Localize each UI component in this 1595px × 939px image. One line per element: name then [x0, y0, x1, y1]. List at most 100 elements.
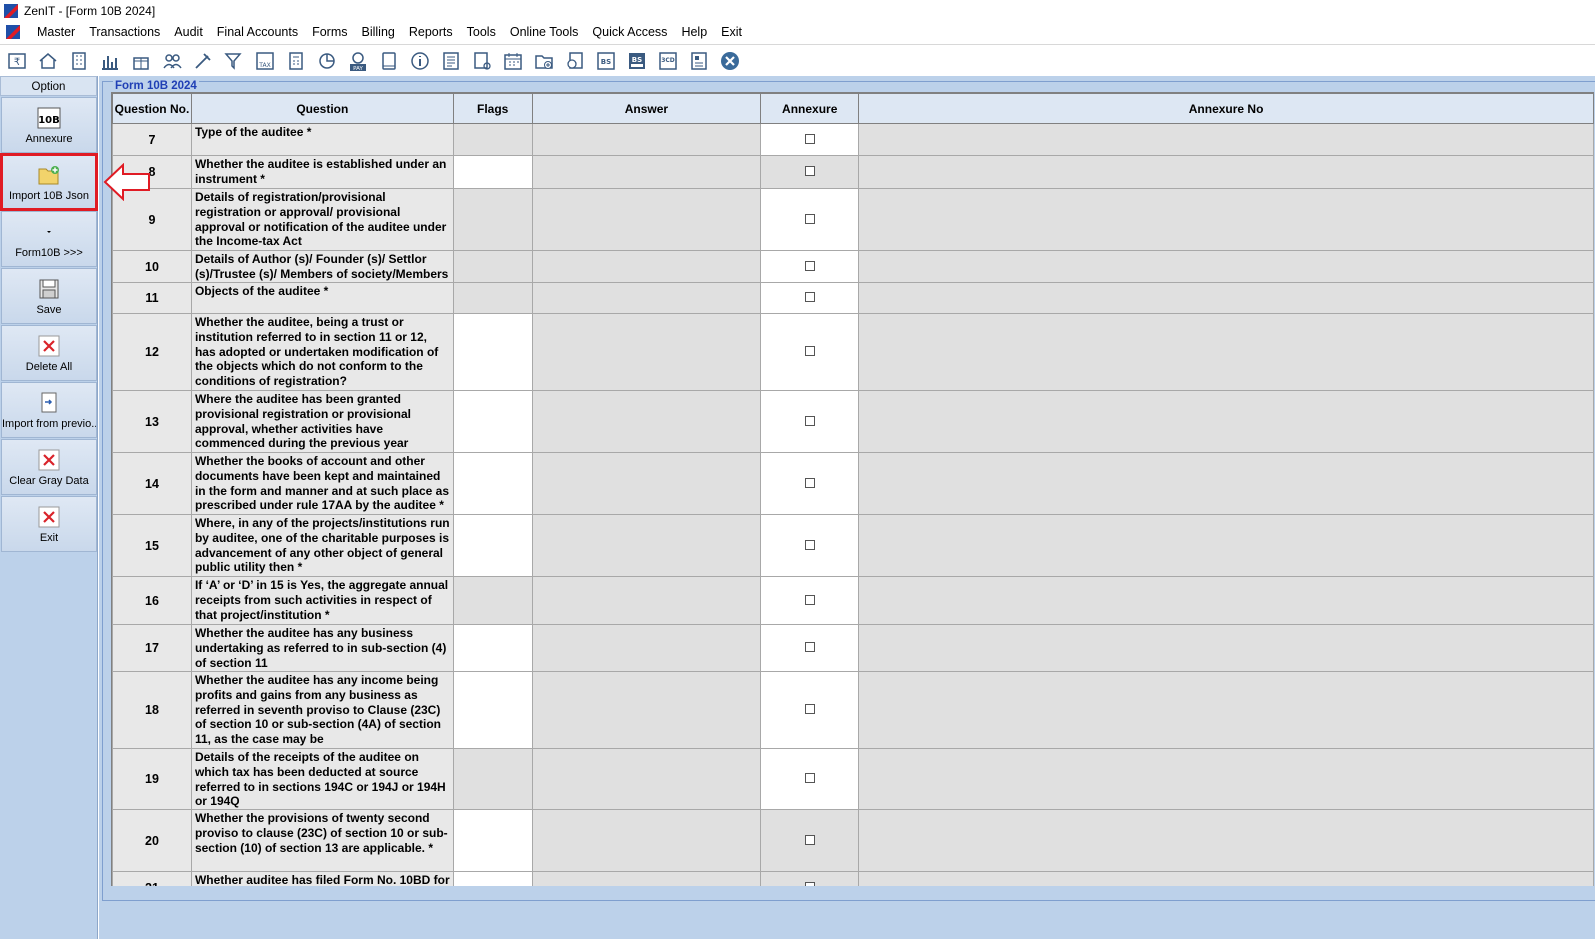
pie-chart-icon[interactable] — [314, 48, 340, 74]
answer-cell[interactable] — [531, 747, 762, 811]
answer-cell[interactable] — [531, 188, 762, 251]
bar-chart-icon[interactable] — [97, 48, 123, 74]
flags-cell[interactable] — [452, 390, 533, 453]
annexure-checkbox[interactable] — [804, 642, 815, 652]
answer-cell[interactable] — [531, 123, 762, 156]
annexure-no-cell[interactable] — [858, 188, 1594, 251]
flags-cell[interactable] — [452, 282, 533, 314]
menu-help[interactable]: Help — [674, 25, 714, 39]
info-icon[interactable] — [407, 48, 433, 74]
annexure-checkbox[interactable] — [804, 166, 815, 176]
clear-gray-data-button[interactable]: Clear Gray Data — [1, 439, 97, 495]
answer-cell[interactable] — [531, 624, 762, 672]
annexure-checkbox[interactable] — [804, 415, 815, 426]
annexure-no-cell[interactable] — [858, 747, 1594, 811]
flags-cell[interactable] — [452, 671, 533, 749]
annexure-no-cell[interactable] — [858, 155, 1594, 189]
annexure-checkbox[interactable] — [804, 834, 815, 845]
rupee-icon[interactable]: ₹ — [4, 48, 30, 74]
users-icon[interactable] — [159, 48, 185, 74]
table-row[interactable]: 21Whether auditee has filed Form No. 10B… — [112, 871, 1594, 886]
column-header-answer[interactable]: Answer — [531, 93, 762, 124]
annexure-checkbox[interactable] — [804, 213, 815, 224]
calculator-icon[interactable] — [283, 48, 309, 74]
flags-cell[interactable] — [452, 809, 533, 873]
tax-icon[interactable]: TAX — [252, 48, 278, 74]
column-header-question-no[interactable]: Question No. — [112, 93, 192, 124]
answer-cell[interactable] — [531, 155, 762, 189]
annexure-no-cell[interactable] — [858, 282, 1594, 314]
mdi-app-icon[interactable] — [6, 25, 20, 39]
report-icon[interactable] — [438, 48, 464, 74]
answer-cell[interactable] — [531, 514, 762, 577]
document-user-icon[interactable] — [469, 48, 495, 74]
annexure-no-cell[interactable] — [858, 576, 1594, 625]
answer-cell[interactable] — [531, 250, 762, 283]
annexure-no-cell[interactable] — [858, 313, 1594, 391]
import-10b-json-button[interactable]: Import 10B Json — [0, 153, 98, 211]
annexure-checkbox[interactable] — [804, 292, 815, 302]
table-row[interactable]: 10 Details of Author (s)/ Founder (s)/ Se… — [112, 250, 1594, 283]
flags-cell[interactable] — [452, 155, 533, 189]
building-icon[interactable] — [66, 48, 92, 74]
menu-quick-access[interactable]: Quick Access — [585, 25, 674, 39]
menu-online-tools[interactable]: Online Tools — [503, 25, 586, 39]
menu-final-accounts[interactable]: Final Accounts — [210, 25, 305, 39]
annexure-checkbox[interactable] — [804, 704, 815, 714]
answer-cell[interactable] — [531, 671, 762, 749]
answer-cell[interactable] — [531, 871, 762, 886]
annexure-no-cell[interactable] — [858, 809, 1594, 873]
column-header-annexure[interactable]: Annexure — [760, 93, 860, 124]
flags-cell[interactable] — [452, 576, 533, 625]
book-icon[interactable] — [376, 48, 402, 74]
answer-cell[interactable] — [531, 282, 762, 314]
3cd-icon[interactable]: 3CD — [655, 48, 681, 74]
column-header-annexure-no[interactable]: Annexure No — [858, 93, 1594, 124]
filter-icon[interactable] — [221, 48, 247, 74]
form-icon[interactable] — [686, 48, 712, 74]
table-row[interactable]: 17 Whether the auditee has any business u… — [112, 624, 1594, 672]
form10b-button[interactable]: Form10B >>> — [1, 211, 97, 267]
home-icon[interactable] — [35, 48, 61, 74]
menu-tools[interactable]: Tools — [460, 25, 503, 39]
answer-cell[interactable] — [531, 390, 762, 453]
annexure-checkbox[interactable] — [804, 882, 815, 886]
menu-reports[interactable]: Reports — [402, 25, 460, 39]
import-from-previous-button[interactable]: Import from previo... — [1, 382, 97, 438]
calendar-icon[interactable] — [500, 48, 526, 74]
column-header-question[interactable]: Question — [190, 93, 454, 124]
table-row[interactable]: 14 Whether the books of account and other… — [112, 452, 1594, 515]
flags-cell[interactable] — [452, 250, 533, 283]
folder-add-icon[interactable] — [531, 48, 557, 74]
flags-cell[interactable] — [452, 871, 533, 886]
table-row[interactable]: 13 Where the auditee has been granted pro… — [112, 390, 1594, 453]
annexure-no-cell[interactable] — [858, 671, 1594, 749]
table-row[interactable]: 8 Whether the auditee is established unde… — [112, 155, 1594, 189]
table-row[interactable]: 9 Details of registration/provisional reg… — [112, 188, 1594, 251]
table-row[interactable]: 18 Whether the auditee has any income bei… — [112, 671, 1594, 749]
search-document-icon[interactable] — [562, 48, 588, 74]
column-header-flags[interactable]: Flags — [452, 93, 533, 124]
annexure-checkbox[interactable] — [804, 539, 815, 550]
answer-cell[interactable] — [531, 452, 762, 515]
menu-exit[interactable]: Exit — [714, 25, 749, 39]
close-circle-icon[interactable] — [717, 48, 743, 74]
table-row[interactable]: 11 Objects of the auditee * — [112, 282, 1594, 314]
answer-cell[interactable] — [531, 313, 762, 391]
answer-cell[interactable] — [531, 576, 762, 625]
annexure-no-cell[interactable] — [858, 390, 1594, 453]
annexure-no-cell[interactable] — [858, 514, 1594, 577]
table-row[interactable]: 7 Type of the auditee * — [112, 123, 1594, 156]
menu-billing[interactable]: Billing — [355, 25, 402, 39]
menu-master[interactable]: Master — [30, 25, 82, 39]
annexure-no-cell[interactable] — [858, 123, 1594, 156]
menu-transactions[interactable]: Transactions — [82, 25, 167, 39]
exit-button[interactable]: Exit — [1, 496, 97, 552]
flags-cell[interactable] — [452, 313, 533, 391]
annexure-no-cell[interactable] — [858, 624, 1594, 672]
annexure-checkbox[interactable] — [804, 346, 815, 356]
annexure-checkbox[interactable] — [804, 594, 815, 605]
pin-icon[interactable] — [190, 48, 216, 74]
annexure-checkbox[interactable] — [804, 260, 815, 271]
pay-icon[interactable]: PAY — [345, 48, 371, 74]
